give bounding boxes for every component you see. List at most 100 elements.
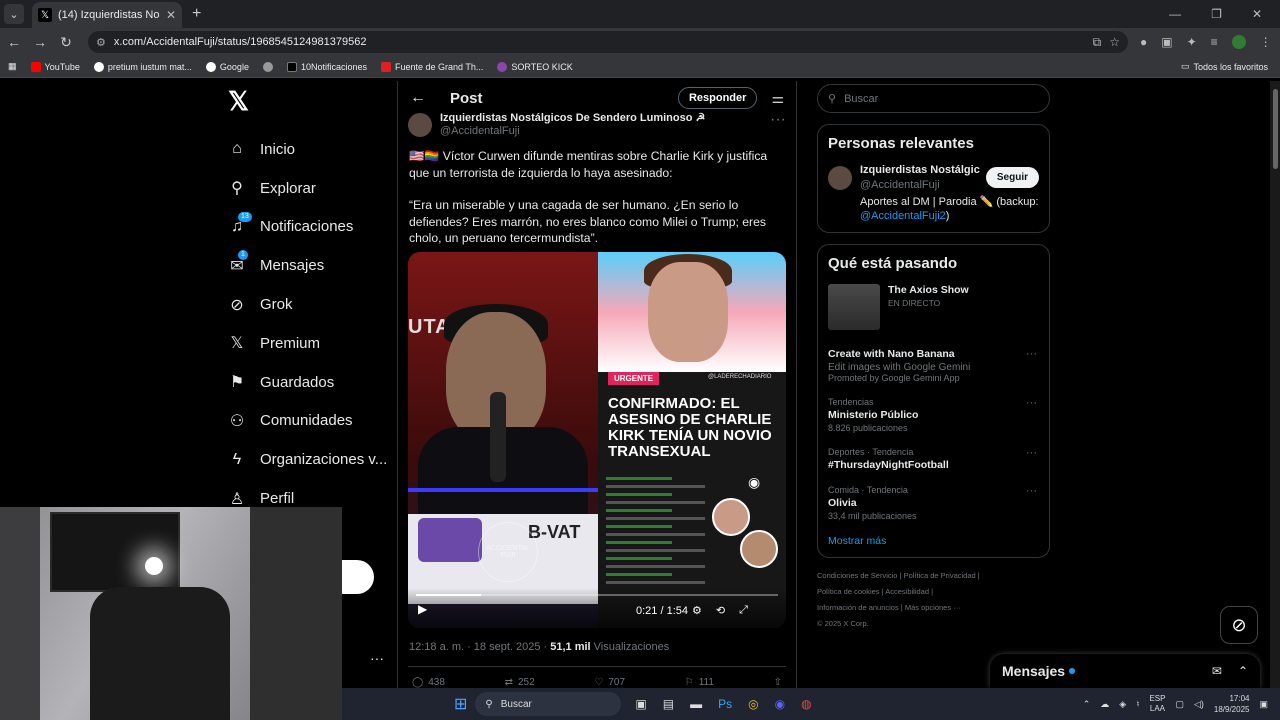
reply-action[interactable]: ◯ 438 xyxy=(412,677,445,688)
footer-line[interactable]: Política de cookies | Accesibilidad | xyxy=(817,584,1050,600)
discord-icon[interactable]: ◉ xyxy=(775,697,785,711)
nav-premium[interactable]: 𝕏 Premium xyxy=(222,324,392,363)
footer-line[interactable]: Condiciones de Servicio | Política de Pr… xyxy=(817,568,1050,584)
reply-button[interactable]: Responder xyxy=(677,87,758,109)
chrome-icon[interactable]: ◎ xyxy=(748,697,758,711)
trend-item[interactable]: Tendencias Ministerio Público 8.826 publ… xyxy=(828,397,1039,433)
account-more-icon[interactable]: ··· xyxy=(370,650,384,666)
new-message-icon[interactable]: ✉ xyxy=(1212,664,1222,678)
trend-item[interactable]: Comida · Tendencia Olivia 33,4 mil publi… xyxy=(828,485,1039,521)
x-logo-icon[interactable]: 𝕏 xyxy=(228,86,392,116)
close-window-icon[interactable]: ✕ xyxy=(1252,7,1262,21)
video-progress-bar[interactable] xyxy=(416,594,778,596)
bookmark-sorteo-kick[interactable]: SORTEO KICK xyxy=(497,61,573,72)
footer-line[interactable]: Información de anuncios | Más opciones ·… xyxy=(817,600,1050,616)
windows-start-icon[interactable]: ⊞ xyxy=(454,694,467,714)
forward-icon[interactable]: → xyxy=(28,34,52,50)
more-options-icon[interactable]: ··· xyxy=(1026,397,1037,409)
bookmark-notificaciones[interactable]: 10Notificaciones xyxy=(286,61,367,72)
browser-tab[interactable]: 𝕏 (14) Izquierdistas Nostálgicos D ✕ xyxy=(32,2,182,28)
video-player[interactable]: UTA LOLI B-VAT URGENTE @LADERECHADIARIO … xyxy=(408,252,786,628)
relevant-person[interactable]: Izquierdistas Nostálgic... @AccidentalFu… xyxy=(828,164,1039,222)
omnibox[interactable]: ⚙ x.com/AccidentalFuji/status/1968545124… xyxy=(88,31,1128,53)
scrollbar[interactable] xyxy=(1270,81,1280,688)
app-icon[interactable]: ▤ xyxy=(663,697,674,711)
apps-icon[interactable]: ▦ xyxy=(8,61,17,72)
nav-bookmarks[interactable]: ⚑ Guardados xyxy=(222,363,392,402)
more-options-icon[interactable]: ··· xyxy=(1026,447,1037,459)
mic-icon[interactable]: ♮ xyxy=(1136,699,1139,710)
bookmark-pretium[interactable]: pretium iustum mat... xyxy=(93,61,192,72)
reload-icon[interactable]: ↻ xyxy=(54,34,78,51)
network-icon[interactable]: ▢ xyxy=(1175,699,1184,710)
site-info-icon[interactable]: ⚙ xyxy=(96,36,106,49)
media-icon[interactable]: ≡ xyxy=(1211,35,1218,49)
person-name[interactable]: Izquierdistas Nostálgic... xyxy=(860,164,980,176)
extension-icon[interactable]: ▣ xyxy=(1161,35,1172,49)
play-icon[interactable]: ▶ xyxy=(418,602,427,616)
repost-action[interactable]: ⇄ 252 xyxy=(505,677,535,688)
trend-item[interactable]: Create with Nano Banana Edit images with… xyxy=(828,348,1039,383)
settings-sliders-icon[interactable]: ⚌ xyxy=(771,90,784,107)
install-icon[interactable]: ⧉ xyxy=(1093,35,1102,50)
expand-icon[interactable]: ⌃ xyxy=(1238,664,1248,678)
avatar[interactable] xyxy=(828,166,852,190)
star-icon[interactable]: ☆ xyxy=(1109,35,1120,49)
folder-icon[interactable]: ▬ xyxy=(690,697,702,711)
bookmark-grand-theft[interactable]: Fuente de Grand Th... xyxy=(381,61,483,72)
author-name[interactable]: Izquierdistas Nostálgicos De Sendero Lum… xyxy=(440,111,705,124)
nav-communities[interactable]: ⚇ Comunidades xyxy=(222,402,392,441)
close-tab-icon[interactable]: ✕ xyxy=(166,8,176,22)
nav-explore[interactable]: ⚲ Explorar xyxy=(222,169,392,208)
author-handle[interactable]: @AccidentalFuji xyxy=(440,125,520,137)
trend-item[interactable]: Deportes · Tendencia #ThursdayNightFootb… xyxy=(828,447,1039,471)
bookmark-action[interactable]: ⚐ 111 xyxy=(685,677,714,688)
puzzle-icon[interactable]: ✦ xyxy=(1187,35,1197,49)
post-button[interactable] xyxy=(342,560,374,594)
taskbar-search[interactable]: ⚲ Buscar xyxy=(475,692,622,716)
task-view-icon[interactable]: ▣ xyxy=(635,697,646,711)
volume-icon[interactable]: ◁) xyxy=(1194,699,1204,710)
back-icon[interactable]: ← xyxy=(2,34,26,50)
notification-icon[interactable]: ▣ xyxy=(1259,699,1268,710)
share-action[interactable]: ⇧ xyxy=(774,677,782,688)
bio-link[interactable]: @AccidentalFuji2 xyxy=(860,210,946,222)
bookmark-google[interactable]: Google xyxy=(205,61,249,72)
search-input[interactable]: ⚲ Buscar xyxy=(817,84,1050,113)
language-indicator[interactable]: ESP LAA xyxy=(1149,694,1165,714)
all-bookmarks[interactable]: ▭ Todos los favoritos xyxy=(1181,61,1268,72)
nav-organizations[interactable]: ϟ Organizaciones v... xyxy=(222,440,392,479)
post-timestamp[interactable]: 12:18 a. m. · 18 sept. 2025 · xyxy=(409,641,550,653)
show-more-link[interactable]: Mostrar más xyxy=(828,535,1039,547)
bookmark-globe[interactable] xyxy=(262,61,273,72)
minimize-icon[interactable]: — xyxy=(1169,7,1181,21)
cloud-icon[interactable]: ☁ xyxy=(1100,699,1109,710)
grok-float-button[interactable]: ⊘ xyxy=(1220,606,1258,644)
menu-icon[interactable]: ⋮ xyxy=(1260,35,1272,49)
restore-icon[interactable]: ❐ xyxy=(1211,7,1222,21)
messages-drawer[interactable]: Mensajes ✉ ⌃ xyxy=(990,654,1260,688)
live-event[interactable]: The Axios Show EN DIRECTO xyxy=(828,284,1039,330)
avatar[interactable] xyxy=(408,113,432,137)
more-options-icon[interactable]: ··· xyxy=(770,111,786,129)
fullscreen-icon[interactable]: ⤢ xyxy=(739,604,748,617)
more-options-icon[interactable]: ··· xyxy=(1026,485,1037,497)
chevron-up-icon[interactable]: ⌃ xyxy=(1083,699,1091,710)
profile-avatar[interactable] xyxy=(1231,35,1246,49)
tab-search-button[interactable]: ⌄ xyxy=(4,4,24,24)
nav-messages[interactable]: ✉ 1 Mensajes xyxy=(222,246,392,285)
new-tab-button[interactable]: + xyxy=(192,5,201,23)
app-tray-icon[interactable]: ◈ xyxy=(1119,699,1126,710)
nav-grok[interactable]: ⊘ Grok xyxy=(222,285,392,324)
bookmark-youtube[interactable]: YouTube xyxy=(30,61,80,72)
more-options-icon[interactable]: ··· xyxy=(1026,348,1037,360)
like-action[interactable]: ♡ 707 xyxy=(594,677,625,688)
extension-icon[interactable]: ● xyxy=(1140,35,1147,49)
scrollbar-thumb[interactable] xyxy=(1272,89,1278,169)
nav-notifications[interactable]: ♫ 13 Notificaciones xyxy=(222,208,392,247)
follow-button[interactable]: Seguir xyxy=(985,167,1039,188)
loop-icon[interactable]: ⟲ xyxy=(716,604,725,617)
back-arrow-icon[interactable]: ← xyxy=(410,89,426,107)
photoshop-icon[interactable]: Ps xyxy=(718,697,732,711)
nav-home[interactable]: ⌂ Inicio xyxy=(222,130,392,169)
